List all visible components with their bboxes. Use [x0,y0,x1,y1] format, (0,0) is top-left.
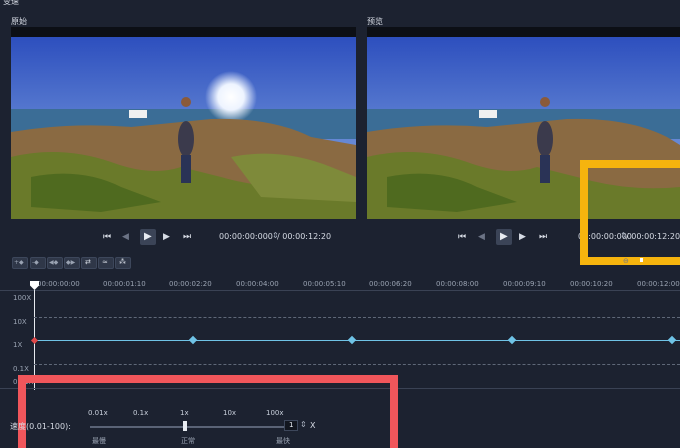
prev-frame-button-right[interactable]: ◀ [478,232,485,242]
speed-tick-top: 0.01x [88,409,108,417]
add-keyframe-button[interactable]: +◆ [12,257,28,269]
time-current-left[interactable]: 00:00:00:000 [219,232,273,241]
keyframe[interactable] [347,335,357,345]
speed-curve-line[interactable] [34,340,680,341]
ruler-tick: 00:00:12:00 [637,280,680,288]
keyframe[interactable] [667,335,677,345]
speed-tick-bottom: 最慢 [92,437,106,445]
remove-keyframe-button[interactable]: -◆ [30,257,46,269]
speed-label: 速度(0.01-100): [10,422,71,431]
speed-tick-top: 0.1x [133,409,149,417]
level-label-1x: 1X [13,341,23,349]
speed-slider-track[interactable] [90,426,285,428]
play-icon: ▶ [144,231,152,242]
keyframe-start[interactable] [30,336,39,345]
speed-slider-thumb[interactable] [183,421,187,431]
original-label: 原始 [11,17,27,26]
swap-keyframe-button[interactable]: ⇄ [81,257,97,269]
speed-value-input[interactable]: 1 [284,420,298,431]
ruler-tick: 00:00:00:00 [37,280,80,288]
level-label-100x: 100X [13,294,32,302]
last-frame-button-right[interactable]: ⏭ [539,232,547,242]
original-video-frame [11,37,356,219]
keyframe[interactable] [507,335,517,345]
ruler-baseline [0,290,680,291]
last-frame-button-left[interactable]: ⏭ [183,232,191,242]
play-button-left[interactable]: ▶ [140,229,156,245]
speed-spinner[interactable]: ⇕ [300,420,307,429]
speed-tick-top: 100x [266,409,284,417]
keyframe[interactable] [188,335,198,345]
play-button-right[interactable]: ▶ [496,229,512,245]
highlight-box-red [18,375,398,448]
speed-tick-bottom: 正常 [181,437,195,445]
level-label-0.1x: 0.1X [13,365,29,373]
smooth-keyframe-button[interactable]: ≈ [98,257,114,269]
ruler-tick: 00:00:10:20 [570,280,613,288]
next-keyframe-button[interactable]: ◆▶ [64,257,80,269]
ruler-tick: 00:00:06:20 [369,280,412,288]
time-total-left: / 00:00:12:20 [277,232,332,241]
speed-unit: X [310,421,316,430]
prev-keyframe-button[interactable]: ◀◆ [47,257,63,269]
first-frame-button-right[interactable]: ⏮ [458,232,466,242]
gridline-10x [34,317,680,318]
gridline-0.1x [34,364,680,365]
ruler-tick: 00:00:08:00 [436,280,479,288]
ruler-tick: 00:00:01:10 [103,280,146,288]
original-video [11,27,356,219]
zoom-icon[interactable]: ⊖ [623,257,629,265]
next-frame-button-right[interactable]: ▶ [519,232,526,242]
level-label-10x: 10X [13,318,27,326]
ruler-tick: 00:00:05:10 [303,280,346,288]
ruler-tick: 00:00:02:20 [169,280,212,288]
reset-keyframe-button[interactable]: ⁂ [115,257,131,269]
highlight-box-yellow [580,160,680,265]
playhead-handle[interactable] [30,281,39,290]
prev-frame-button-left[interactable]: ◀ [122,232,129,242]
ruler-tick: 00:00:04:00 [236,280,279,288]
speed-tick-top: 10x [223,409,237,417]
preview-label: 预览 [367,17,383,26]
window-title: 变速 [3,0,19,6]
play-icon: ▶ [500,231,508,242]
zoom-slider-handle[interactable] [640,258,643,262]
first-frame-button-left[interactable]: ⏮ [103,232,111,242]
speed-tick-top: 1x [180,409,189,417]
ruler-tick: 00:00:09:10 [503,280,546,288]
next-frame-button-left[interactable]: ▶ [163,232,170,242]
speed-tick-bottom: 最快 [276,437,290,445]
